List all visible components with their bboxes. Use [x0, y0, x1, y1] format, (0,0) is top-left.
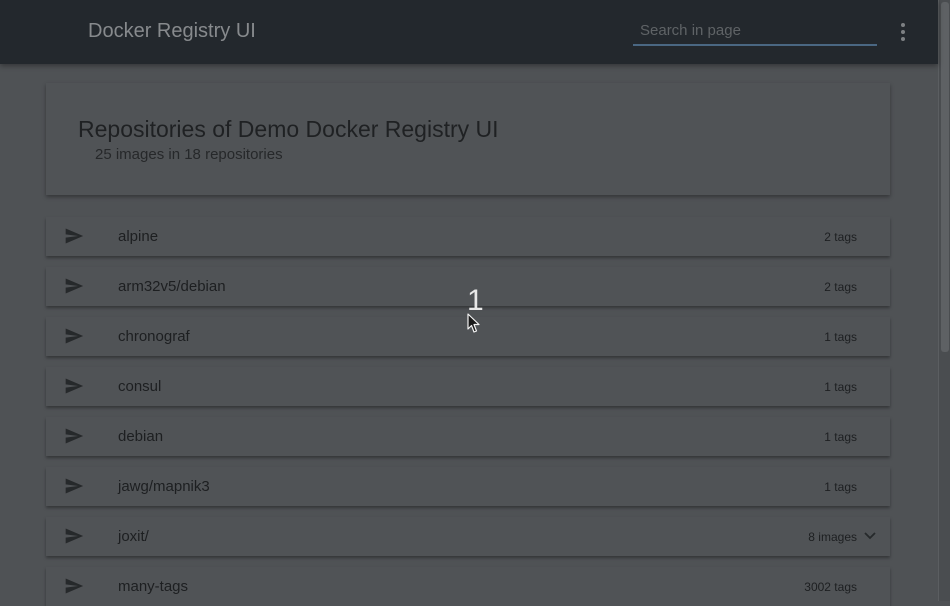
tag-count: 1 tags: [824, 430, 857, 444]
send-icon: [65, 528, 84, 544]
tag-count: 2 tags: [824, 280, 857, 294]
page-scrollbar[interactable]: [938, 0, 950, 601]
tag-count: 1 tags: [824, 330, 857, 344]
mouse-pointer-icon: [467, 313, 480, 333]
repository-name: consul: [118, 378, 162, 395]
page-title: Repositories of Demo Docker Registry UI: [78, 116, 499, 142]
chevron-down-icon[interactable]: [864, 531, 876, 541]
repository-item[interactable]: consul 1 tags: [46, 367, 890, 406]
tag-count: 1 tags: [824, 380, 857, 394]
repository-name: many-tags: [118, 578, 189, 595]
app-title: Docker Registry UI: [88, 20, 256, 42]
repository-group-item[interactable]: joxit/ 8 images: [46, 517, 890, 556]
repository-name: arm32v5/debian: [118, 278, 226, 295]
more-vert-icon[interactable]: [894, 20, 912, 44]
repositories-summary: 25 images in 18 repositories: [95, 146, 283, 163]
repository-item[interactable]: alpine 2 tags: [46, 217, 890, 256]
send-icon: [65, 428, 84, 444]
repository-name: joxit/: [118, 528, 149, 545]
repository-item[interactable]: many-tags 3002 tags: [46, 567, 890, 606]
tag-count: 1 tags: [824, 480, 857, 494]
repositories-header-card: Repositories of Demo Docker Registry UI …: [46, 83, 890, 195]
tag-count: 3002 tags: [804, 580, 857, 594]
send-icon: [65, 378, 84, 394]
repository-name: alpine: [118, 228, 159, 245]
send-icon: [65, 478, 84, 494]
search-input[interactable]: [633, 20, 877, 46]
repository-item[interactable]: debian 1 tags: [46, 417, 890, 456]
repository-name: debian: [118, 428, 164, 445]
send-icon: [65, 328, 84, 344]
repository-item[interactable]: jawg/mapnik3 1 tags: [46, 467, 890, 506]
repository-name: jawg/mapnik3: [118, 478, 210, 495]
scrollbar-thumb[interactable]: [941, 2, 949, 352]
top-app-bar: Docker Registry UI: [0, 0, 938, 64]
repository-name: chronograf: [118, 328, 190, 345]
send-icon: [65, 278, 84, 294]
image-count: 8 images: [808, 530, 857, 544]
tag-count: 2 tags: [824, 230, 857, 244]
send-icon: [65, 228, 84, 244]
send-icon: [65, 578, 84, 594]
